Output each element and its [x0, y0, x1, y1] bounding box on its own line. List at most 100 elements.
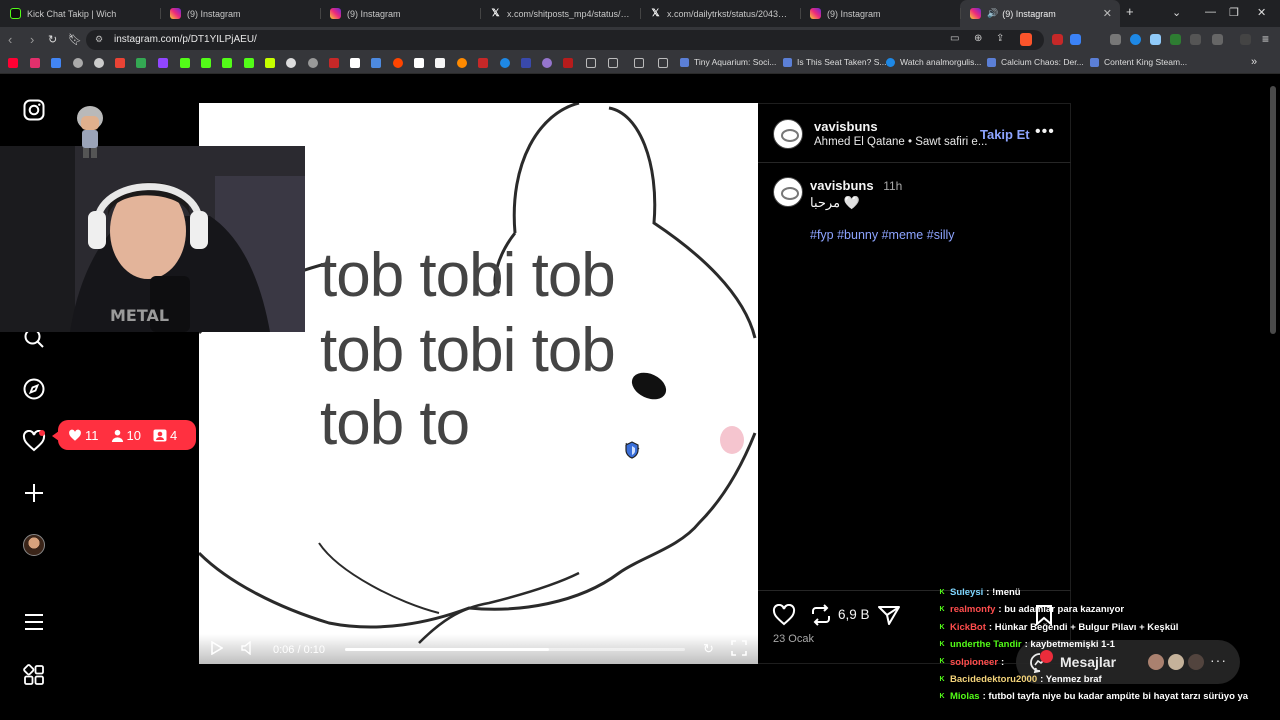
bookmark-site-icon[interactable] — [542, 58, 552, 68]
site-info-icon[interactable]: ⚙ — [95, 34, 103, 45]
extension-icon[interactable] — [1052, 34, 1063, 45]
zoom-icon[interactable]: ⊕ — [974, 33, 982, 44]
page-scrollbar[interactable] — [1270, 86, 1276, 334]
create-plus-icon[interactable] — [22, 481, 46, 505]
loop-icon[interactable]: ↻ — [703, 641, 714, 657]
bookmark-site-icon[interactable] — [329, 58, 339, 68]
caption-author-avatar[interactable] — [773, 177, 803, 207]
back-icon[interactable]: ‹ — [8, 32, 12, 47]
tab-x-dailytrkst[interactable]: 𝕏x.com/dailytrkst/status/204365050 — [640, 0, 800, 27]
caption-hashtags[interactable]: #fyp #bunny #meme #silly — [810, 228, 955, 242]
bookmark-icon[interactable]: 🔖︎ — [68, 33, 82, 46]
bookmark-site-icon[interactable] — [286, 58, 296, 68]
folder-icon[interactable] — [634, 58, 644, 68]
also-from-meta-icon[interactable] — [22, 663, 46, 687]
bookmark-site-icon[interactable] — [94, 58, 104, 68]
address-bar[interactable]: ⚙ instagram.com/p/DT1YILPjAEU/ ▭ ⊕ ⇪ — [86, 30, 1044, 50]
tab-instagram-2[interactable]: (9) Instagram — [320, 0, 480, 27]
post-details-panel: vavisbuns Ahmed El Qatane • Sawt safiri … — [758, 103, 1071, 664]
folder-icon[interactable] — [586, 58, 596, 68]
author-username[interactable]: vavisbuns — [814, 119, 878, 134]
bookmark-item[interactable]: Content King Steam... — [1090, 57, 1187, 67]
extension-icon[interactable] — [1110, 34, 1121, 45]
bookmark-site-icon[interactable] — [265, 58, 275, 68]
bookmark-site-icon[interactable] — [500, 58, 510, 68]
forward-icon[interactable]: › — [30, 32, 34, 47]
share-icon[interactable] — [878, 605, 900, 630]
new-tab-icon[interactable]: + — [1126, 4, 1134, 19]
bookmark-site-icon[interactable] — [51, 58, 61, 68]
bookmark-item[interactable]: Watch analmorgulis... — [886, 57, 981, 67]
cast-icon[interactable]: ▭ — [950, 33, 959, 44]
activity-notification-badge[interactable]: 11 10 4 — [52, 420, 196, 450]
bookmark-site-icon[interactable] — [563, 58, 573, 68]
chevron-down-icon[interactable]: ⌄ — [1172, 6, 1181, 19]
extension-icon[interactable] — [1190, 34, 1201, 45]
kick-logo-icon[interactable] — [180, 58, 190, 68]
tab-x-shitposts[interactable]: 𝕏x.com/shitposts_mp4/status/20434 — [480, 0, 640, 27]
bookmark-item[interactable]: Tiny Aquarium: Soci... — [680, 57, 776, 67]
media-icon[interactable] — [1240, 34, 1251, 45]
gmail-icon[interactable] — [115, 58, 125, 68]
follow-button[interactable]: Takip Et — [980, 127, 1030, 142]
menu-icon[interactable]: ≡ — [1262, 32, 1269, 46]
bookmark-site-icon[interactable] — [521, 58, 531, 68]
video-progress-bar[interactable] — [345, 648, 685, 651]
bookmark-site-icon[interactable] — [457, 58, 467, 68]
reddit-icon[interactable] — [393, 58, 403, 68]
volume-icon[interactable] — [241, 640, 253, 660]
folder-icon[interactable] — [658, 58, 668, 68]
tab-instagram-3[interactable]: (9) Instagram — [800, 0, 960, 27]
bookmark-label: Watch analmorgulis... — [900, 57, 982, 67]
author-avatar[interactable] — [773, 119, 803, 149]
tab-kick-chat[interactable]: Kick Chat Takip | Wich — [0, 0, 160, 27]
instagram-icon[interactable] — [30, 58, 40, 68]
bookmark-site-icon[interactable] — [73, 58, 83, 68]
tab-instagram-active[interactable]: 🔊 (9) Instagram ✕ — [960, 0, 1120, 27]
bookmark-site-icon[interactable] — [478, 58, 488, 68]
extension-icon[interactable] — [1150, 34, 1161, 45]
maximize-icon[interactable]: ❐ — [1229, 6, 1239, 19]
fullscreen-icon[interactable] — [731, 640, 747, 661]
brave-shield-icon[interactable] — [1020, 33, 1032, 46]
kick-logo-icon[interactable] — [222, 58, 232, 68]
drive-icon[interactable] — [136, 58, 146, 68]
kick-logo-icon[interactable] — [201, 58, 211, 68]
bookmark-site-icon[interactable] — [414, 58, 424, 68]
notifications-heart-icon[interactable] — [22, 429, 46, 453]
folder-icon[interactable] — [608, 58, 618, 68]
meme-text-line: tob tobi tob — [320, 316, 616, 385]
twitch-icon[interactable] — [158, 58, 168, 68]
instagram-logo-icon[interactable] — [22, 98, 46, 122]
bookmark-site-icon[interactable] — [371, 58, 381, 68]
kick-logo-icon[interactable] — [244, 58, 254, 68]
profile-avatar[interactable] — [22, 533, 46, 557]
close-window-icon[interactable]: ✕ — [1257, 6, 1266, 19]
more-menu-icon[interactable] — [22, 610, 46, 634]
repost-icon[interactable] — [810, 604, 832, 631]
bookmark-item[interactable]: Is This Seat Taken? S... — [783, 57, 886, 67]
caption-username[interactable]: vavisbuns — [810, 178, 874, 193]
close-tab-icon[interactable]: ✕ — [1103, 7, 1112, 20]
puzzle-icon[interactable] — [1212, 34, 1223, 45]
bookmark-item[interactable]: Calcium Chaos: Der... — [987, 57, 1084, 67]
more-bookmarks-icon[interactable]: » — [1251, 56, 1257, 68]
tab-instagram-1[interactable]: (9) Instagram — [160, 0, 320, 27]
chat-message: K Bacidedektoru2000: Yenmez braf — [938, 671, 1258, 688]
reload-icon[interactable]: ↻ — [48, 33, 57, 46]
extension-icon[interactable] — [1130, 34, 1141, 45]
extension-icon[interactable] — [1170, 34, 1181, 45]
like-heart-icon[interactable] — [772, 603, 796, 631]
share-icon[interactable]: ⇪ — [996, 33, 1004, 44]
more-options-icon[interactable]: ••• — [1035, 123, 1055, 141]
x-icon[interactable] — [350, 58, 360, 68]
bookmark-site-icon[interactable] — [308, 58, 318, 68]
bookmark-site-icon[interactable] — [435, 58, 445, 68]
extension-icon[interactable] — [1070, 34, 1081, 45]
play-icon[interactable] — [211, 640, 224, 660]
explore-compass-icon[interactable] — [22, 377, 46, 401]
chat-text: : futbol tayfa niye bu kadar ampüte bi h… — [982, 691, 1249, 703]
audio-track[interactable]: Ahmed El Qatane • Sawt safiri e... — [814, 136, 987, 148]
minimize-icon[interactable]: — — [1205, 6, 1216, 18]
youtube-icon[interactable] — [8, 58, 18, 68]
